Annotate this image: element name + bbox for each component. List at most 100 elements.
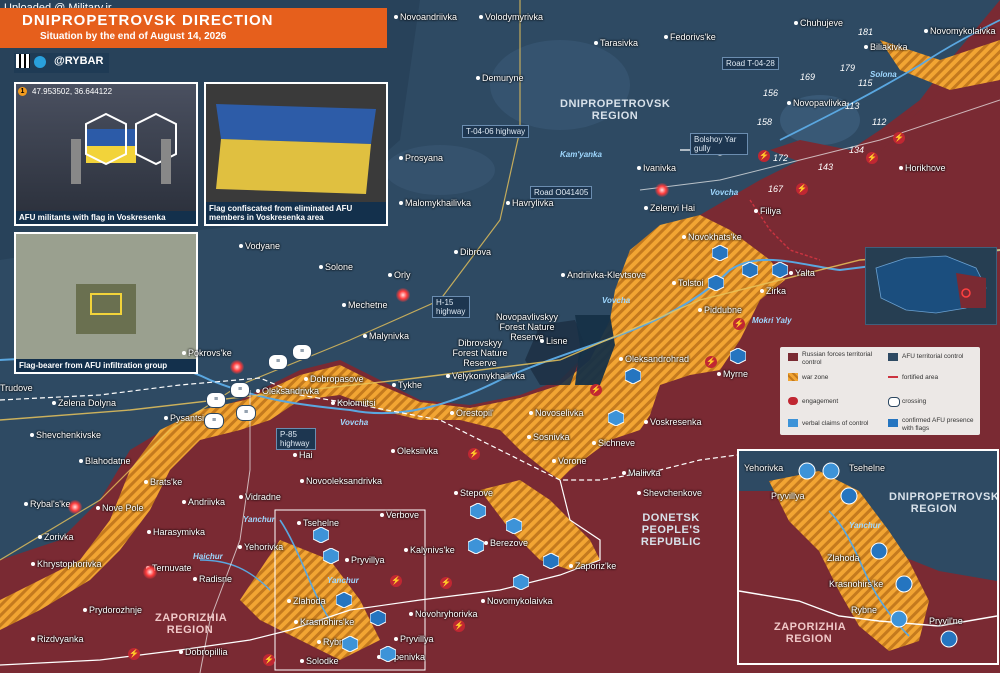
verbal-claim-icon	[322, 547, 340, 565]
verbal-claim-icon	[505, 517, 523, 535]
engagement-icon: ⚡	[453, 620, 465, 632]
settlement-marker	[454, 491, 458, 495]
engagement-icon: ⚡	[128, 648, 140, 660]
afu-flag-icon	[369, 609, 387, 627]
verbal-claim-icon	[469, 502, 487, 520]
photo-caption: Flag-bearer from AFU infiltration group	[16, 359, 196, 372]
height-mark: 113	[845, 101, 860, 111]
settlement-marker	[391, 449, 395, 453]
settlement-marker	[331, 401, 335, 405]
verbal-claim-icon	[467, 537, 485, 555]
settlement-label: Vodyane	[245, 241, 281, 251]
crossing-icon: ≡	[268, 354, 288, 370]
settlement-marker	[540, 339, 544, 343]
settlement-marker	[527, 435, 531, 439]
settlement-marker	[164, 416, 168, 420]
legend-swatch	[888, 397, 900, 407]
settlement-label: Novohryhorivka	[415, 609, 478, 619]
settlement-marker	[592, 441, 596, 445]
settlement-marker	[380, 513, 384, 517]
height-mark: 134	[849, 145, 865, 155]
settlement-label: Oleksiivka	[397, 446, 439, 456]
settlement-label: Voskresenka	[650, 417, 702, 427]
settlement-marker	[144, 480, 148, 484]
settlement-label: Novomykolaivka	[487, 596, 553, 606]
settlement-label: Stepove	[460, 488, 494, 498]
road-label-t0406: T-04-06 highway	[462, 125, 530, 138]
settlement-marker	[294, 620, 298, 624]
crossing-icon: ≡	[230, 382, 250, 398]
settlement-label: Demuryne	[482, 73, 524, 83]
region-label-dnipro: DNIPROPETROVSK REGION	[560, 98, 671, 122]
settlement-marker	[38, 535, 42, 539]
road-label-t0428: Road T-04-28	[722, 57, 779, 70]
settlement-marker	[79, 459, 83, 463]
settlement-label: Vorone	[558, 456, 587, 466]
settlement-label: Brats'ke	[150, 477, 183, 487]
settlement-marker	[304, 377, 308, 381]
river-label: Haichur	[193, 552, 223, 561]
settlement-label: Dobropasove	[310, 374, 364, 384]
inset-settlement: Pryvillya	[771, 491, 805, 501]
settlement-label: Filiya	[760, 206, 782, 216]
river-label: Solona	[870, 70, 897, 79]
map-legend: Russian forces territorial control AFU t…	[780, 347, 980, 435]
settlement-marker	[594, 41, 598, 45]
height-mark: 169	[800, 72, 816, 82]
settlement-marker	[619, 357, 623, 361]
photo-caption: AFU militants with flag in Voskresenka	[16, 211, 196, 224]
engagement-icon: ⚡	[590, 384, 602, 396]
explosion-icon	[68, 500, 82, 514]
settlement-label: Malynivka	[369, 331, 410, 341]
inset-settlement: Yehorivka	[744, 463, 784, 473]
settlement-marker	[287, 599, 291, 603]
settlement-marker	[297, 521, 301, 525]
settlement-marker	[864, 45, 868, 49]
settlement-marker	[300, 659, 304, 663]
photo-flag-image	[71, 112, 177, 184]
legend-swatch	[788, 397, 798, 405]
settlement-marker	[256, 389, 260, 393]
settlement-marker	[399, 201, 403, 205]
verbal-claim-icon	[379, 645, 397, 663]
settlement-marker	[622, 471, 626, 475]
height-mark: 112	[872, 117, 887, 127]
explosion-icon	[230, 360, 244, 374]
settlement-label: Mechetne	[348, 300, 388, 310]
height-mark: 158	[757, 117, 773, 127]
settlement-label: Shevchenkove	[643, 488, 703, 498]
settlement-label: Novomykolaivka	[930, 26, 996, 36]
height-mark: 156	[763, 88, 779, 98]
settlement-label: Yehorivka	[244, 542, 284, 552]
settlement-marker	[529, 411, 533, 415]
afu-flag-icon	[771, 261, 789, 279]
settlement-label: Radisne	[199, 574, 233, 584]
river-label: Yanchur	[243, 515, 275, 524]
settlement-marker	[193, 577, 197, 581]
settlement-label: Lisne	[546, 336, 568, 346]
settlement-label: Velykomykhailivka	[452, 371, 526, 381]
settlement-label: Novokhats'ke	[688, 232, 742, 242]
forest-label-dibrovskyy: Dibrovskyy Forest Nature Reserve	[452, 338, 508, 368]
settlement-label: Oleksandrohrad	[625, 354, 690, 364]
settlement-label: Novoselivka	[535, 408, 584, 418]
photo-flag-bearer: Flag-bearer from AFU infiltration group	[14, 232, 198, 374]
telegram-icon	[34, 56, 46, 68]
gully-label: Bolshoy Yar gully	[690, 133, 748, 155]
verbal-claim-icon	[341, 635, 359, 653]
settlement-label: Dobropillia	[185, 647, 228, 657]
legend-flags: confirmed AFU presence with flags	[902, 417, 974, 432]
settlement-marker	[392, 383, 396, 387]
settlement-marker	[644, 206, 648, 210]
settlement-marker	[561, 273, 565, 277]
settlement-marker	[319, 265, 323, 269]
settlement-label: Sichneve	[598, 438, 636, 448]
settlement-label: Pysantsi	[170, 413, 205, 423]
inset-river-label: Yanchur	[849, 521, 881, 530]
verbal-claim-icon	[312, 526, 330, 544]
settlement-marker	[672, 281, 676, 285]
verbal-claim-icon	[512, 573, 530, 591]
settlement-label: Zirka	[766, 286, 786, 296]
river-label: Vovcha	[710, 188, 739, 197]
settlement-marker	[682, 235, 686, 239]
